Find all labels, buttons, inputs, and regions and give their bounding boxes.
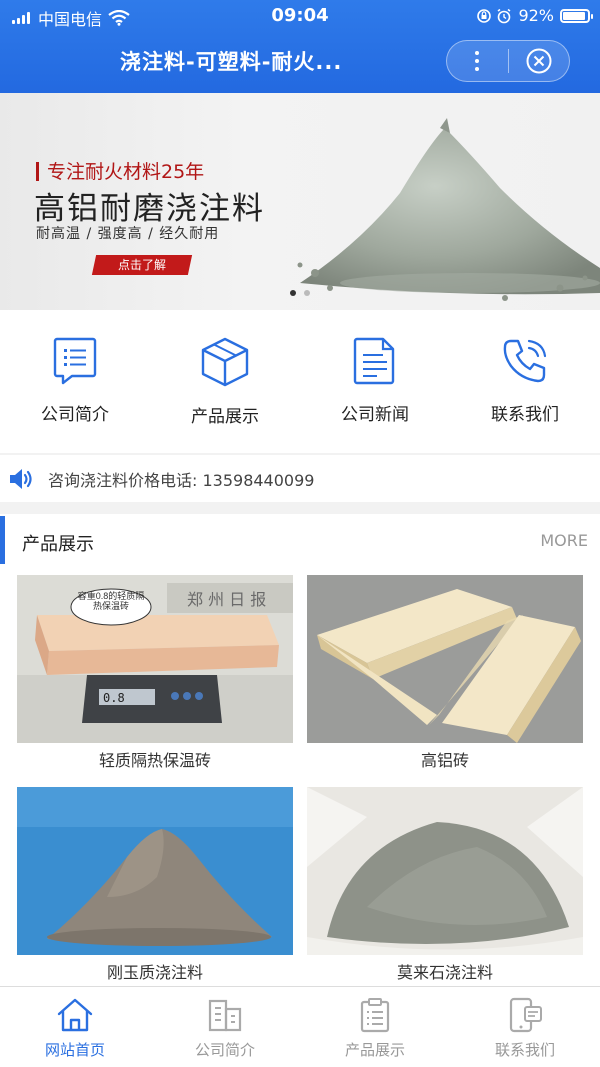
phone-icon [503,339,547,383]
products-section: 产品展示 MORE 郑 州 日 报 0.8 容重0.8的轻质隔热保温砖 轻质隔热… [0,514,600,986]
carousel-dot[interactable] [304,290,310,296]
more-link[interactable]: MORE [540,531,588,550]
carousel-dot-active[interactable] [290,290,296,296]
banner-features: 耐高温 / 强度高 / 经久耐用 [36,226,220,242]
bottom-tab-bar: 网站首页 公司简介 产品展示 联系我们 [0,986,600,1067]
quick-menu: 公司简介 产品展示 公司新闻 联系我们 [0,310,600,453]
notice-text: 咨询浇注料价格电话: 13598440099 [48,470,315,490]
mullite-castable-photo [307,787,583,955]
product-card[interactable]: 高铝砖 [307,575,583,779]
product-image [17,787,293,955]
menu-item-products[interactable]: 产品展示 [150,310,300,453]
tab-label: 公司简介 [194,1041,255,1059]
battery-icon [560,8,593,23]
document-icon [353,337,395,385]
menu-label: 联系我们 [491,405,559,425]
tab-label: 联系我们 [494,1041,555,1059]
menu-label: 公司简介 [41,405,109,425]
banner-tagline: 专注耐火材料25年 [36,157,204,184]
more-dots-icon [475,51,480,55]
tab-label: 网站首页 [44,1041,105,1059]
product-card[interactable]: 莫来石浇注料 [307,787,583,991]
status-right: 92% [476,6,593,25]
orientation-lock-icon [477,8,492,23]
chat-doc-icon [53,337,97,385]
menu-item-company-intro[interactable]: 公司简介 [0,310,150,453]
product-image: 郑 州 日 报 0.8 容重0.8的轻质隔热保温砖 [17,575,293,743]
svg-text:郑 州 日 报: 郑 州 日 报 [187,590,266,609]
carousel-indicator [0,281,600,300]
corundum-castable-photo [17,787,293,955]
menu-item-contact[interactable]: 联系我们 [450,310,600,453]
building-icon [208,999,242,1032]
battery-percent: 92% [518,6,554,25]
section-title: 产品展示 [22,534,94,555]
product-card[interactable]: 刚玉质浇注料 [17,787,293,991]
more-options-button[interactable] [447,41,508,81]
product-image [307,575,583,743]
tab-company-intro[interactable]: 公司简介 [150,987,300,1067]
menu-item-news[interactable]: 公司新闻 [300,310,450,453]
product-card[interactable]: 郑 州 日 报 0.8 容重0.8的轻质隔热保温砖 轻质隔热保温砖 [17,575,293,779]
status-bar: 中国电信 09:04 92% [0,0,600,30]
learn-more-label: 点击了解 [117,258,166,272]
product-image [307,787,583,955]
page-title: 浇注料-可塑料-耐火... [120,50,343,74]
product-name: 轻质隔热保温砖 [98,751,211,770]
menu-label: 产品展示 [191,407,259,427]
banner-headline: 高铝耐磨浇注料 [34,191,265,227]
high-alumina-brick-photo [307,575,583,743]
notice-bar[interactable]: 咨询浇注料价格电话: 13598440099 [0,455,600,502]
insulating-brick-photo: 郑 州 日 报 0.8 容重0.8的轻质隔热保温砖 [17,575,293,743]
tab-label: 产品展示 [344,1041,405,1059]
home-icon [57,998,93,1032]
contact-phone-icon [509,997,542,1033]
mini-program-capsule [446,40,570,82]
tab-products[interactable]: 产品展示 [300,987,450,1067]
scale-readout: 0.8 [103,691,125,705]
learn-more-button[interactable]: 点击了解 [91,255,193,275]
product-name: 高铝砖 [420,751,469,770]
tab-home[interactable]: 网站首页 [0,987,150,1067]
speech-bubble-text: 容重0.8的轻质隔热保温砖 [77,591,145,611]
close-button[interactable] [508,41,569,81]
menu-label: 公司新闻 [341,405,409,425]
cube-icon [201,337,249,387]
close-circle-icon [526,48,552,74]
section-header: 产品展示 MORE [0,514,600,566]
speaker-icon [10,468,32,489]
section-accent-bar [0,516,5,564]
tab-contact[interactable]: 联系我们 [450,987,600,1067]
promo-banner[interactable]: 专注耐火材料25年 高铝耐磨浇注料 耐高温 / 强度高 / 经久耐用 点击了解 [0,93,600,310]
clipboard-list-icon [360,998,390,1033]
alarm-icon [497,8,511,23]
app-header: 中国电信 09:04 92% 浇注料-可塑料-耐火... [0,0,600,93]
